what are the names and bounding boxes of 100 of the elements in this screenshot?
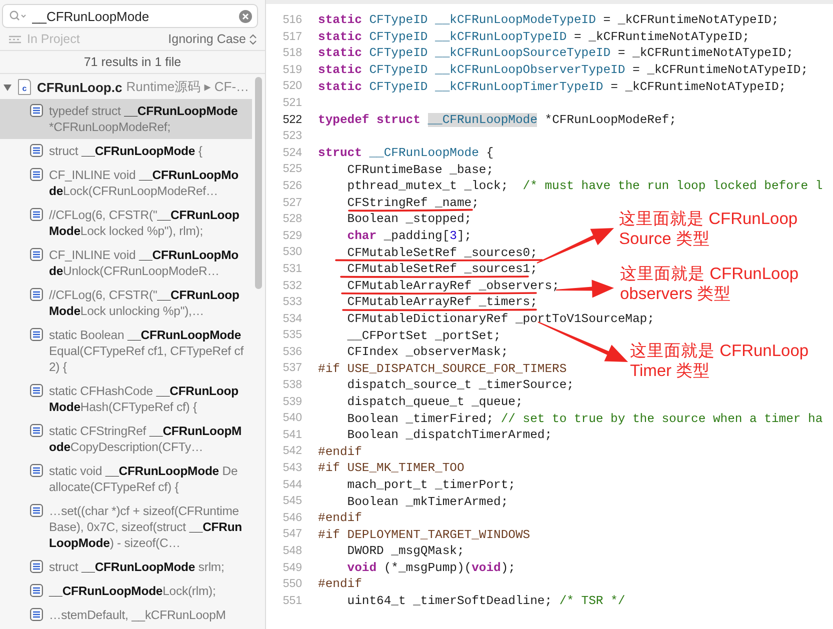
line-icon: [30, 424, 43, 437]
line-number: 537: [282, 361, 302, 376]
line-number: 549: [282, 560, 302, 576]
line-number: 539: [282, 394, 302, 410]
search-result[interactable]: CF_INLINE void __CFRunLoopModeLock(CFRunLoopModeRef…: [0, 163, 252, 203]
line-number: 519: [282, 62, 302, 78]
line-icon: [30, 288, 43, 301]
code-line: Boolean _timerFired; // set to true by the source when a timer ha: [346, 412, 823, 425]
search-result[interactable]: static Boolean __CFRunLoopModeEqual(CFTypeRef cf1, CFTypeRef cf2) {: [0, 323, 252, 379]
code-line: void (*_msgPump)(void);: [346, 562, 516, 574]
line-icon: [30, 104, 43, 117]
code-line: Boolean _dispatchTimerArmed;: [346, 429, 552, 442]
line-number: 546: [282, 510, 302, 526]
annotation-text: 这里面就是 CFRunLoop: [630, 341, 809, 361]
code-line: CFMutableSetRef _sources0;: [346, 246, 538, 259]
line-number: 533: [282, 295, 302, 310]
file-path: Runtime源码 ▸ CF-…: [126, 78, 250, 96]
line-icon: [30, 168, 43, 181]
search-result[interactable]: struct __CFRunLoopMode {: [0, 139, 252, 163]
code-line: dispatch_source_t _timerSource;: [346, 379, 574, 392]
line-number: 517: [282, 30, 302, 45]
search-icon[interactable]: [9, 10, 27, 22]
line-number: 532: [282, 278, 302, 294]
line-icon: [30, 464, 43, 477]
annotation-text: 这里面就是 CFRunLoop: [619, 209, 798, 229]
clear-icon[interactable]: [239, 10, 252, 22]
search-result[interactable]: static CFStringRef __CFRunLoopModeCopyDescription(CFTy…: [0, 419, 252, 459]
list-icon: [8, 34, 22, 44]
search-result[interactable]: struct __CFRunLoopMode srlm;: [0, 555, 252, 579]
code-line: static CFTypeID __kCFRunLoopSourceTypeID = _kCFRuntimeNotATypeID;: [318, 47, 794, 60]
file-name[interactable]: CFRunLoop.c: [37, 80, 122, 94]
line-number: 531: [282, 262, 302, 277]
line-number: 523: [282, 129, 302, 144]
annotation-text: 这里面就是 CFRunLoop: [620, 264, 799, 284]
code-line: #if DEPLOYMENT_TARGET_WINDOWS: [318, 528, 530, 541]
code-line: #endif: [318, 446, 362, 458]
code-line: typedef struct __CFRunLoopMode *CFRunLoopModeRef;: [318, 114, 676, 126]
code-line: mach_port_t _timerPort;: [346, 478, 516, 491]
search-result[interactable]: __CFRunLoopModeLock(rlm);: [0, 579, 252, 603]
line-number: 529: [282, 228, 302, 244]
scrollbar[interactable]: [255, 77, 262, 289]
chevron-updown-icon: [249, 34, 257, 44]
line-number: 520: [282, 79, 302, 94]
line-icon: [30, 560, 43, 573]
code-line: static CFTypeID __kCFRunLoopObserverTypeID = _kCFRuntimeNotATypeID;: [318, 64, 808, 76]
code-line: CFMutableDictionaryRef _portToV1SourceMap;: [346, 312, 654, 325]
line-number: 547: [282, 527, 302, 542]
code-line: CFRuntimeBase _base;: [346, 164, 494, 176]
line-number: 536: [282, 344, 302, 360]
code-line: pthread_mutex_t _lock; /* must have the run loop locked before l: [346, 180, 823, 192]
arrow: [556, 280, 614, 298]
line-number: 540: [282, 411, 302, 426]
code-line: __CFPortSet _portSet;: [346, 330, 501, 342]
code-line: static CFTypeID __kCFRunLoopModeTypeID = _kCFRuntimeNotATypeID;: [318, 14, 779, 26]
search-result[interactable]: static void __CFRunLoopMode Deallocate(CFTypeRef cf) {: [0, 459, 252, 499]
code-line: DWORD _msgQMask;: [346, 545, 464, 558]
line-number: 518: [282, 46, 302, 62]
line-icon: [30, 504, 43, 517]
line-number: 521: [282, 96, 302, 111]
line-icon: [30, 208, 43, 221]
search-input[interactable]: __CFRunLoopMode: [32, 8, 234, 24]
search-result[interactable]: //CFLog(6, CFSTR("__CFRunLoopModeLock unlocking %p"),…: [0, 283, 252, 323]
search-result[interactable]: typedef struct __CFRunLoopMode *CFRunLoopModeRef;: [0, 99, 252, 139]
line-icon: [30, 144, 43, 157]
line-number: 534: [282, 312, 302, 327]
code-line: #endif: [318, 512, 362, 524]
results-summary: 71 results in 1 file: [0, 50, 265, 74]
line-icon: [30, 248, 43, 261]
code-line: static CFTypeID __kCFRunLoopTypeID = _kCFRuntimeNotATypeID;: [318, 30, 750, 43]
line-number: 516: [282, 13, 302, 28]
search-box[interactable]: __CFRunLoopMode: [2, 4, 258, 28]
search-result[interactable]: CF_INLINE void __CFRunLoopModeUnlock(CFRunLoopModeR…: [0, 243, 252, 283]
line-icon: [30, 328, 43, 341]
line-number: 538: [282, 378, 302, 394]
code-line: #endif: [318, 578, 362, 590]
line-icon: [30, 584, 43, 597]
match-mode-button[interactable]: Ignoring Case: [168, 32, 257, 46]
line-number: 527: [282, 196, 302, 211]
annotation-text: Timer 类型: [630, 361, 712, 381]
line-number: 525: [282, 162, 302, 178]
search-result[interactable]: static CFHashCode __CFRunLoopModeHash(CFTypeRef cf) {: [0, 379, 252, 419]
line-number: 541: [282, 428, 302, 443]
code-line: #if USE_MK_TIMER_TOO: [318, 462, 464, 474]
line-number: 550: [282, 577, 302, 592]
line-number: 551: [282, 594, 302, 609]
code-line: CFMutableArrayRef _observers;: [346, 280, 560, 292]
line-number: 524: [282, 146, 302, 161]
search-result[interactable]: …stemDefault, __kCFRunLoopM: [0, 603, 252, 627]
code-line: CFMutableSetRef _sources1;: [346, 263, 538, 276]
code-line: static CFTypeID __kCFRunLoopTimerTypeID = _kCFRuntimeNotATypeID;: [318, 80, 786, 93]
code-line: uint64_t _timerSoftDeadline; /* TSR */: [346, 595, 626, 608]
search-result[interactable]: //CFLog(6, CFSTR("__CFRunLoopModeLock locked %p"), rlm);: [0, 203, 252, 243]
line-number: 545: [282, 494, 302, 510]
line-number: 526: [282, 178, 302, 194]
line-number: 543: [282, 461, 302, 476]
search-result[interactable]: …set((char *)cf + sizeof(CFRuntimeBase), 0x7C, sizeof(struct __CFRunLoopMode) - sizeof(C…: [0, 499, 252, 555]
code-line: CFStringRef _name;: [346, 196, 479, 209]
line-number: 544: [282, 478, 302, 493]
disclosure-triangle-icon[interactable]: [3, 82, 12, 92]
annotation-text: observers 类型: [620, 284, 732, 304]
